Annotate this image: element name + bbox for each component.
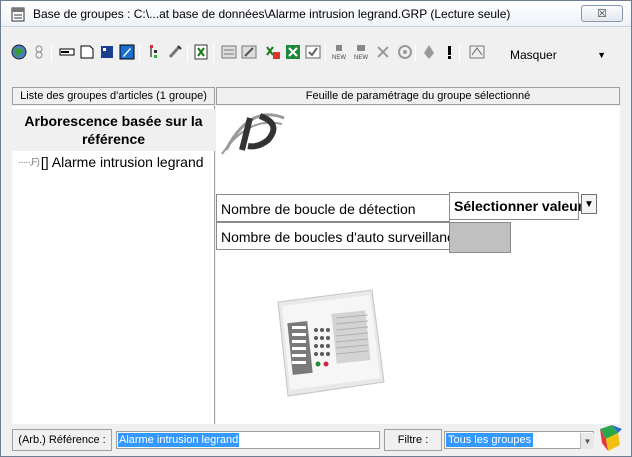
window-title: Base de groupes : C:\...at base de donné… [33,7,511,21]
tree-item-label: [] Alarme intrusion legrand [40,154,204,170]
tree-item[interactable]: ·····,F) [] Alarme intrusion legrand [18,154,204,170]
page-icon[interactable] [77,42,97,62]
toolbar-separator [415,44,416,62]
filter-combo[interactable]: Tous les groupes [444,431,594,449]
alert-icon[interactable] [419,42,439,62]
chevron-down-icon[interactable]: ▼ [581,194,597,214]
tools-icon[interactable] [165,42,185,62]
reference-input-value: Alarme intrusion legrand [118,433,240,447]
toolbar-separator [51,44,52,62]
reference-label: (Arb.) Référence : [12,429,112,451]
reference-input[interactable]: Alarme intrusion legrand [116,431,380,449]
paint-icon[interactable] [596,423,622,453]
settings-icon[interactable] [395,42,415,62]
edit-icon[interactable] [117,42,137,62]
tree-connector-icon: ·····,F) [18,156,40,168]
form-icon[interactable] [219,42,239,62]
toolbar-separator [459,44,460,62]
group-tree-panel: Arborescence basée sur la référence ····… [12,106,215,424]
parameter-sheet-panel: Nombre de boucle de détection Sélectionn… [216,106,620,424]
chevron-down-icon[interactable]: ▼ [580,433,594,449]
tree-icon[interactable] [145,42,165,62]
grid-icon[interactable] [97,42,117,62]
svg-text:NEW: NEW [332,55,346,61]
tree-title: Arborescence basée sur la référence [12,109,215,151]
detection-loops-select[interactable]: Sélectionner valeur [449,192,583,220]
toolbar: NEW NEW Masquer ▼ [1,38,631,68]
delete-icon[interactable] [373,42,393,62]
hide-icon[interactable] [467,42,487,62]
excel-edit-icon[interactable] [263,42,283,62]
toolbar-separator [187,44,188,62]
chevron-down-icon: ▼ [597,50,606,60]
self-monitoring-loops-value[interactable] [449,222,511,253]
filter-label: Filtre : [384,429,442,451]
toggle-icon[interactable] [29,42,49,62]
exclamation-icon[interactable] [439,42,459,62]
close-button[interactable]: ☒ [581,5,623,22]
toolbar-separator [139,44,140,62]
new-copy-icon[interactable]: NEW [351,42,371,62]
mask-combo-value: Masquer [510,48,557,62]
close-icon: ☒ [597,8,607,20]
detection-loops-label: Nombre de boucle de détection [216,194,450,222]
globe-icon[interactable] [9,42,29,62]
filter-combo-value: Tous les groupes [446,433,534,447]
toolbar-separator [325,44,326,62]
right-panel-header: Feuille de paramétrage du groupe sélecti… [216,87,620,105]
check-list-icon[interactable] [303,42,323,62]
toolbar-separator [213,44,214,62]
grid-edit-icon[interactable] [239,42,259,62]
product-image [277,289,385,397]
app-icon [11,7,25,22]
field-icon[interactable] [57,42,77,62]
excel-icon[interactable] [191,42,211,62]
svg-text:NEW: NEW [354,55,368,61]
title-bar: Base de groupes : C:\...at base de donné… [1,1,631,27]
new-icon[interactable]: NEW [329,42,349,62]
bottom-bar: (Arb.) Référence : Alarme intrusion legr… [12,425,622,453]
mask-combo[interactable]: Masquer ▼ [506,46,610,66]
left-panel-header: Liste des groupes d'articles (1 groupe) [12,87,215,105]
excel-green-icon[interactable] [283,42,303,62]
application-window: Base de groupes : C:\...at base de donné… [0,0,632,457]
company-logo [221,113,285,155]
self-monitoring-loops-label: Nombre de boucles d'auto surveillance [216,222,462,250]
